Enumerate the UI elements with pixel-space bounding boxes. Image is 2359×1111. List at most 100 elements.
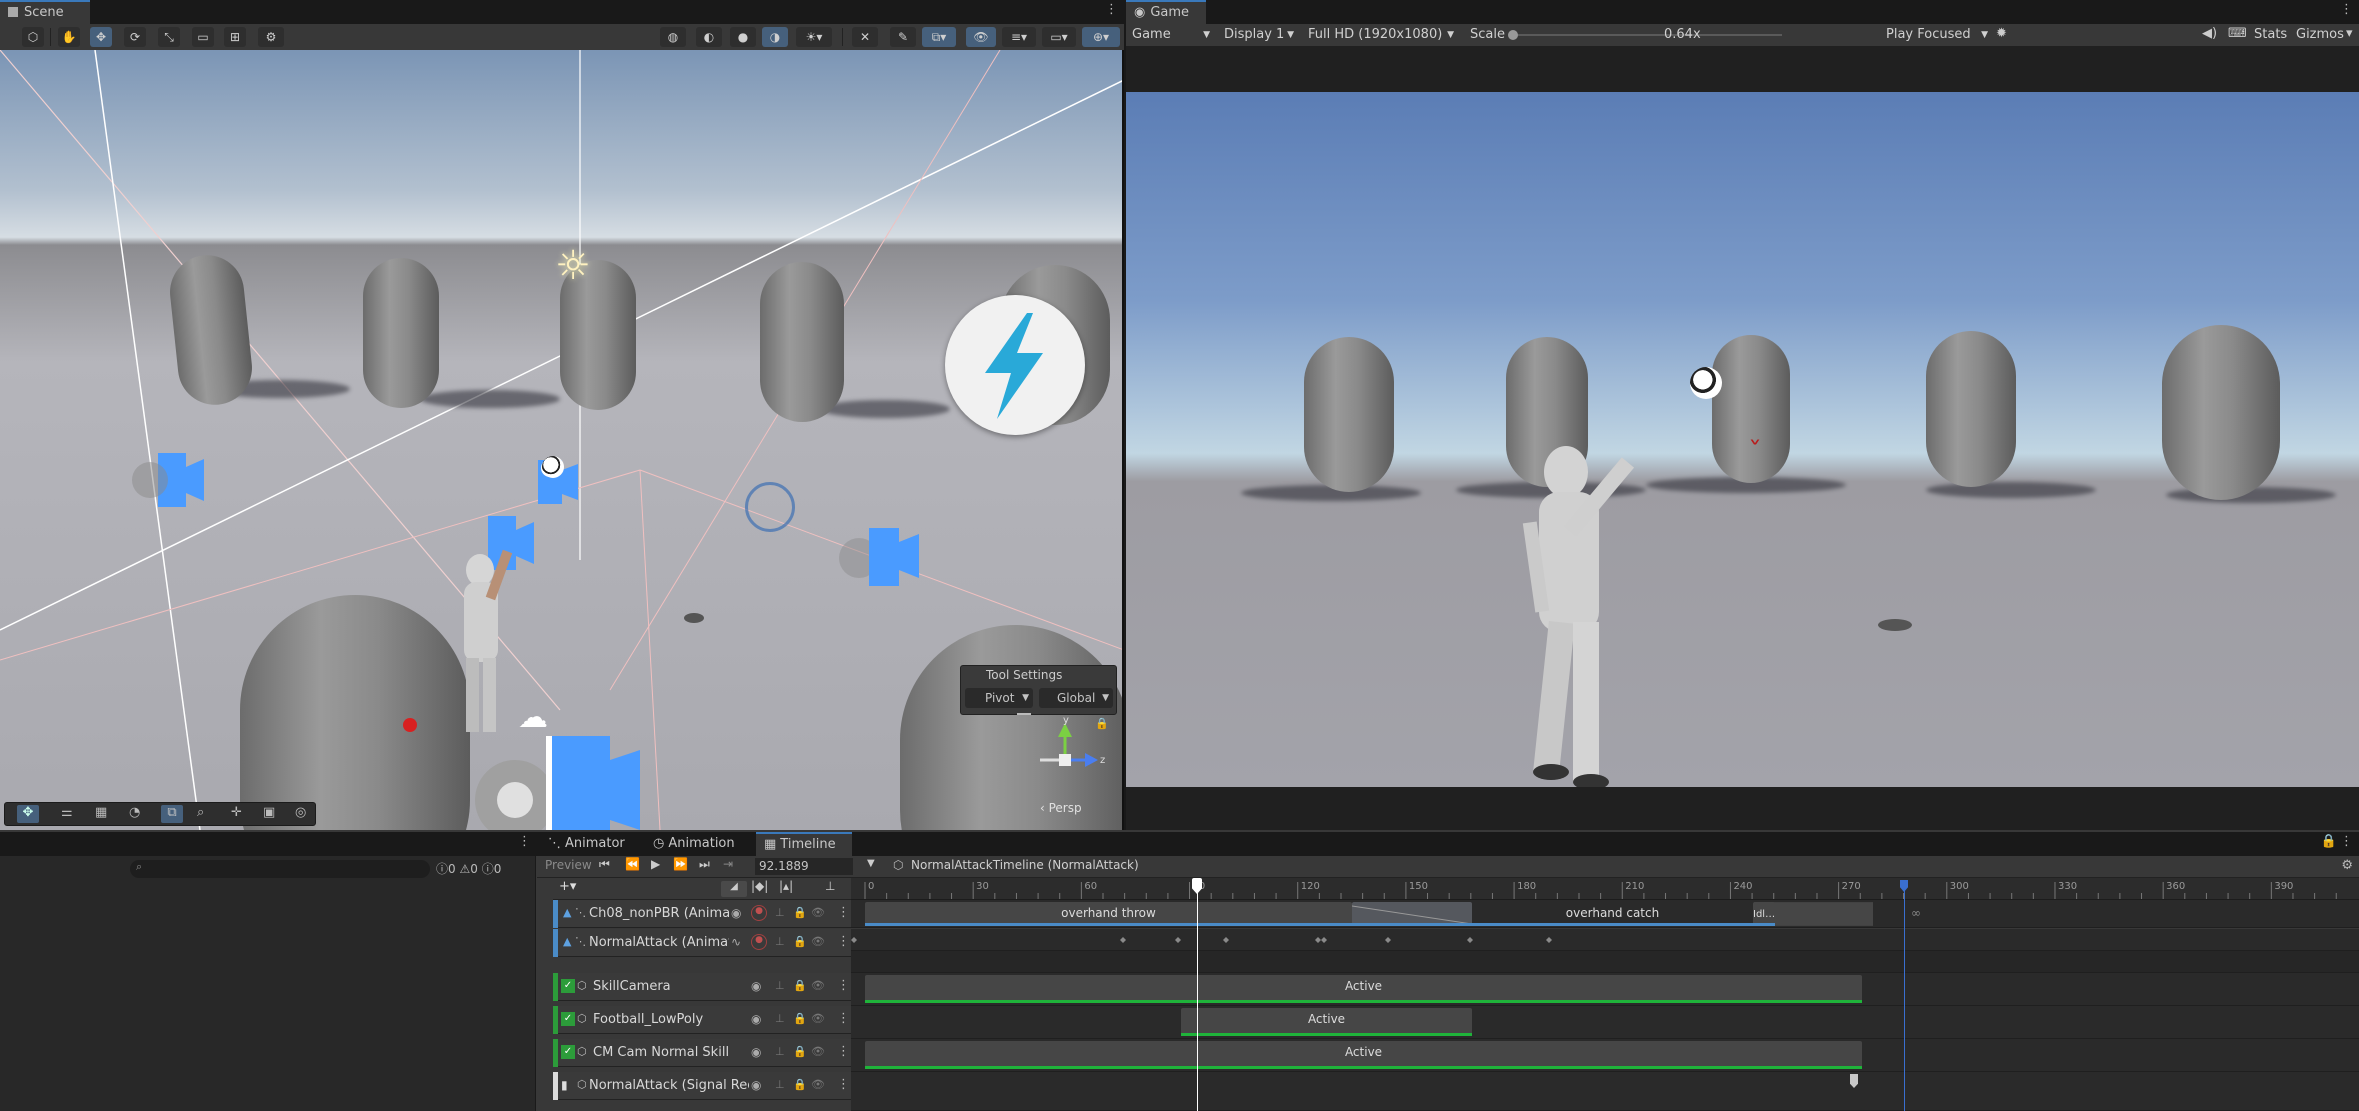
capsule-5[interactable] bbox=[2162, 325, 2280, 500]
move-snap-icon[interactable]: ✥ bbox=[17, 805, 39, 823]
pin-icon[interactable]: ⊥ bbox=[775, 1012, 785, 1025]
display-dropdown[interactable]: Display 1 ▼ bbox=[1220, 25, 1298, 45]
settings-icon[interactable]: ⚌ bbox=[61, 805, 73, 820]
timeline-ruler[interactable]: 0306090120150180210240270300330360390 bbox=[851, 878, 2359, 900]
scene-viewport[interactable]: ☼ ☁ Tool Settings Pivot ▼ Global ▼ y z 🔒 ‹ P… bbox=[0, 50, 1124, 830]
playhead-line[interactable] bbox=[1197, 884, 1198, 1111]
grid-icon[interactable]: ▦ bbox=[95, 805, 107, 820]
pin-icon[interactable]: ⊥ bbox=[775, 1045, 785, 1058]
clip-idle[interactable]: Idl… bbox=[1753, 902, 1775, 926]
red-marker-icon[interactable] bbox=[403, 718, 417, 732]
transform-icon[interactable]: ✛ bbox=[231, 805, 242, 820]
track-header-cmcam[interactable]: ✓ ⬡ CM Cam Normal Skill ◉ ⊥ 🔒 👁 ⋮ bbox=[553, 1039, 851, 1067]
target-icon[interactable]: ◉ bbox=[751, 1045, 761, 1059]
visibility-icon[interactable]: 👁 bbox=[811, 979, 825, 992]
tab-animator[interactable]: ⋱ Animator bbox=[540, 832, 630, 856]
camera-gizmo-icon[interactable] bbox=[120, 445, 210, 515]
search-icon[interactable]: ⌕ bbox=[197, 805, 204, 820]
clip-active-skillcamera[interactable]: Active bbox=[865, 975, 1862, 1003]
view-tool-icon[interactable]: ⬡ bbox=[22, 27, 44, 47]
lighting-icon[interactable]: ◑ bbox=[762, 27, 788, 47]
resolution-dropdown[interactable]: Full HD (1920x1080) ▼ bbox=[1304, 25, 1458, 45]
tab-scene[interactable]: Scene bbox=[0, 0, 90, 24]
previous-frame-icon[interactable]: ⏪ bbox=[625, 857, 640, 871]
snap-icon[interactable]: |◆| bbox=[751, 879, 768, 893]
curve-icon[interactable]: ∿ bbox=[731, 935, 741, 949]
track-header-skillcamera[interactable]: ✓ ⬡ SkillCamera ◉ ⊥ 🔒 👁 ⋮ bbox=[553, 973, 851, 1001]
game-mode-dropdown[interactable]: Game ▼ bbox=[1128, 25, 1214, 45]
layers-icon[interactable]: ⧉ bbox=[161, 805, 183, 823]
track-more-icon[interactable]: ⋮ bbox=[837, 934, 850, 949]
target-icon[interactable]: ◉ bbox=[731, 906, 741, 920]
preview-button[interactable]: Preview bbox=[545, 858, 592, 872]
football-object[interactable] bbox=[542, 456, 564, 478]
compass-icon[interactable]: ◎ bbox=[295, 805, 306, 820]
game-more-icon[interactable]: ⋮ bbox=[2340, 2, 2353, 17]
camera-gizmo-icon[interactable] bbox=[530, 450, 610, 510]
rotate-tool-icon[interactable]: ⟳ bbox=[124, 27, 146, 47]
scale-tool-icon[interactable]: ⤡ bbox=[158, 27, 180, 47]
go-to-end-icon[interactable]: ⏭ bbox=[699, 857, 710, 872]
capsule-1[interactable] bbox=[1304, 337, 1394, 492]
play-range-icon[interactable]: ⇥ bbox=[723, 857, 733, 871]
ripple-icon[interactable]: |▴| bbox=[779, 879, 793, 893]
play-gizmo-icon[interactable] bbox=[745, 482, 795, 532]
visibility-icon[interactable]: 👁 bbox=[811, 906, 825, 919]
audio-icon[interactable]: ◀) bbox=[2202, 26, 2217, 41]
hand-tool-icon[interactable]: ✋ bbox=[58, 27, 80, 47]
lock-icon[interactable]: 🔒 bbox=[793, 1078, 807, 1091]
game-viewport[interactable]: ˅ bbox=[1126, 92, 2359, 787]
target-icon[interactable]: ◉ bbox=[751, 1012, 761, 1026]
track-more-icon[interactable]: ⋮ bbox=[837, 1044, 850, 1059]
console-counts[interactable]: ⓘ0 ⚠0 ⓘ0 bbox=[436, 860, 532, 878]
lightning-icon[interactable] bbox=[945, 295, 1085, 435]
keyboard-icon[interactable]: ⌨ bbox=[2228, 26, 2247, 41]
track-header-animator[interactable]: ▲ ⋱ Ch08_nonPBR (Animator) ◉ ● ⊥ 🔒 👁 ⋮ bbox=[553, 900, 851, 928]
chevron-down-icon[interactable]: ▾ bbox=[2346, 26, 2353, 41]
capsule-4[interactable] bbox=[760, 262, 844, 422]
capsule-foreground[interactable] bbox=[240, 595, 470, 830]
scale-slider[interactable] bbox=[1510, 34, 1782, 36]
pin-icon[interactable]: ⊥ bbox=[775, 935, 785, 948]
curves-toggle-icon[interactable]: ◢ bbox=[721, 881, 747, 897]
shaded-icon[interactable]: ◐ bbox=[696, 27, 722, 47]
pin-icon[interactable]: ⊥ bbox=[775, 1078, 785, 1091]
transform-tool-icon[interactable]: ⊞ bbox=[224, 27, 246, 47]
stats-button[interactable]: Stats bbox=[2250, 25, 2292, 45]
global-dropdown[interactable]: Global ▼ bbox=[1039, 688, 1113, 708]
more-icon[interactable]: ⋮ bbox=[518, 834, 531, 849]
record-icon[interactable]: ● bbox=[751, 934, 767, 950]
character-figure[interactable] bbox=[1511, 432, 1671, 787]
move-tool-icon[interactable]: ✥ bbox=[90, 27, 112, 47]
track-more-icon[interactable]: ⋮ bbox=[837, 978, 850, 993]
lock-icon[interactable]: 🔒 bbox=[2321, 834, 2337, 849]
persp-label[interactable]: ‹ Persp bbox=[1040, 801, 1082, 815]
track-header-signal[interactable]: ▮ ⬡ NormalAttack (Signal Receiver) ◉ ⊥ 🔒… bbox=[553, 1072, 851, 1100]
effects-dropdown-icon[interactable]: ☀▾ bbox=[796, 27, 832, 47]
record-icon[interactable]: ● bbox=[751, 905, 767, 921]
axis-gizmo[interactable]: y z 🔒 bbox=[1030, 715, 1110, 805]
scene-more-icon[interactable]: ⋮ bbox=[1105, 2, 1118, 17]
fx-icon[interactable]: ✎ bbox=[890, 27, 916, 47]
capsule-4[interactable] bbox=[1926, 331, 2016, 487]
visibility-icon[interactable]: 👁 bbox=[811, 1078, 825, 1091]
add-track-icon[interactable]: +▾ bbox=[559, 879, 576, 894]
track-more-icon[interactable]: ⋮ bbox=[837, 1011, 850, 1026]
sphere-icon[interactable]: ● bbox=[730, 27, 756, 47]
orbit-icon[interactable]: ◔ bbox=[129, 805, 140, 820]
tab-game[interactable]: ◉ Game bbox=[1126, 0, 1206, 24]
rect-tool-icon[interactable]: ▭ bbox=[192, 27, 214, 47]
global-view-icon[interactable]: ◍ bbox=[660, 27, 686, 47]
clip-active-cmcam[interactable]: Active bbox=[865, 1041, 1862, 1069]
clip-overhand-catch[interactable]: overhand catch bbox=[1352, 902, 1753, 926]
audio-mute-icon[interactable]: ✕ bbox=[852, 27, 878, 47]
clip-active-football[interactable]: Active bbox=[1181, 1008, 1472, 1036]
clip-overhand-throw[interactable]: overhand throw bbox=[865, 902, 1352, 926]
drag-handle-icon[interactable] bbox=[1017, 713, 1031, 715]
bug-icon[interactable]: ✹ bbox=[1996, 26, 2007, 41]
activation-checkbox[interactable]: ✓ bbox=[561, 1045, 575, 1059]
scale-slider-handle[interactable] bbox=[1508, 30, 1518, 40]
football-object[interactable] bbox=[1690, 367, 1722, 399]
sun-light-icon[interactable]: ☼ bbox=[555, 243, 591, 289]
target-icon[interactable]: ◉ bbox=[751, 1078, 761, 1092]
